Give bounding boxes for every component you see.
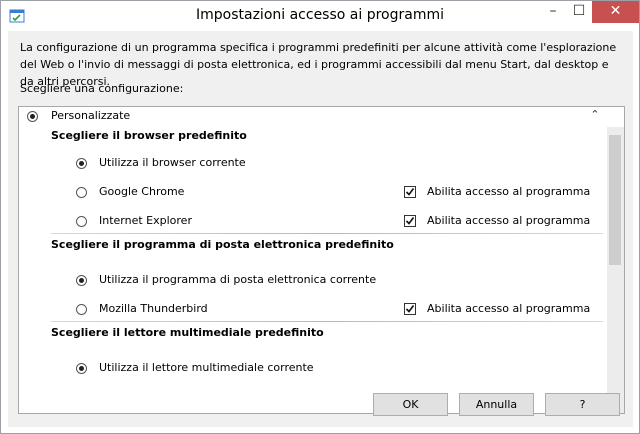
section-title-browser: Scegliere il browser predefinito — [51, 129, 247, 142]
email-thunderbird-label[interactable]: Mozilla Thunderbird — [99, 300, 208, 318]
choose-configuration-label: Scegliere una configurazione: — [20, 82, 184, 95]
section-title-email: Scegliere il programma di posta elettron… — [51, 238, 394, 251]
dialog-window: Impostazioni accesso ai programmi – ☐ ✕ … — [0, 0, 640, 434]
checkmark-icon — [405, 305, 415, 313]
chrome-access-label[interactable]: Abilita accesso al programma — [427, 183, 590, 201]
section-divider — [51, 233, 603, 234]
media-current-label[interactable]: Utilizza il lettore multimediale corrent… — [99, 359, 314, 377]
vertical-scrollbar[interactable]: ⌄ — [607, 127, 624, 413]
dialog-client-area: La configurazione di un programma specif… — [8, 31, 633, 427]
scrollbar-thumb[interactable] — [609, 135, 621, 265]
ie-access-label[interactable]: Abilita accesso al programma — [427, 212, 590, 230]
maximize-button[interactable]: ☐ — [566, 1, 592, 23]
browser-current-label[interactable]: Utilizza il browser corrente — [99, 154, 246, 172]
thunderbird-access-checkbox[interactable] — [404, 303, 416, 315]
browser-chrome-label[interactable]: Google Chrome — [99, 183, 184, 201]
browser-ie-radio[interactable] — [76, 216, 87, 227]
browser-current-radio[interactable] — [76, 158, 87, 169]
configuration-list[interactable]: Personalizzate ⌃ Scegliere il browser pr… — [18, 106, 625, 414]
ok-button[interactable]: OK — [373, 393, 448, 416]
section-title-media: Scegliere il lettore multimediale predef… — [51, 326, 324, 339]
email-current-radio[interactable] — [76, 275, 87, 286]
browser-ie-label[interactable]: Internet Explorer — [99, 212, 192, 230]
config-custom-radio[interactable] — [27, 111, 38, 122]
collapse-icon[interactable]: ⌃ — [587, 108, 603, 124]
help-button[interactable]: ? — [545, 393, 620, 416]
section-divider — [51, 321, 603, 322]
browser-chrome-radio[interactable] — [76, 187, 87, 198]
thunderbird-access-label[interactable]: Abilita accesso al programma — [427, 300, 590, 318]
media-current-radio[interactable] — [76, 363, 87, 374]
title-bar[interactable]: Impostazioni accesso ai programmi – ☐ ✕ — [1, 1, 639, 31]
close-button[interactable]: ✕ — [592, 1, 639, 23]
minimize-button[interactable]: – — [540, 1, 566, 23]
cancel-button[interactable]: Annulla — [459, 393, 534, 416]
chrome-access-checkbox[interactable] — [404, 186, 416, 198]
checkmark-icon — [405, 217, 415, 225]
ie-access-checkbox[interactable] — [404, 215, 416, 227]
email-current-label[interactable]: Utilizza il programma di posta elettroni… — [99, 271, 376, 289]
config-custom-label: Personalizzate — [51, 109, 131, 122]
checkmark-icon — [405, 188, 415, 196]
email-thunderbird-radio[interactable] — [76, 304, 87, 315]
